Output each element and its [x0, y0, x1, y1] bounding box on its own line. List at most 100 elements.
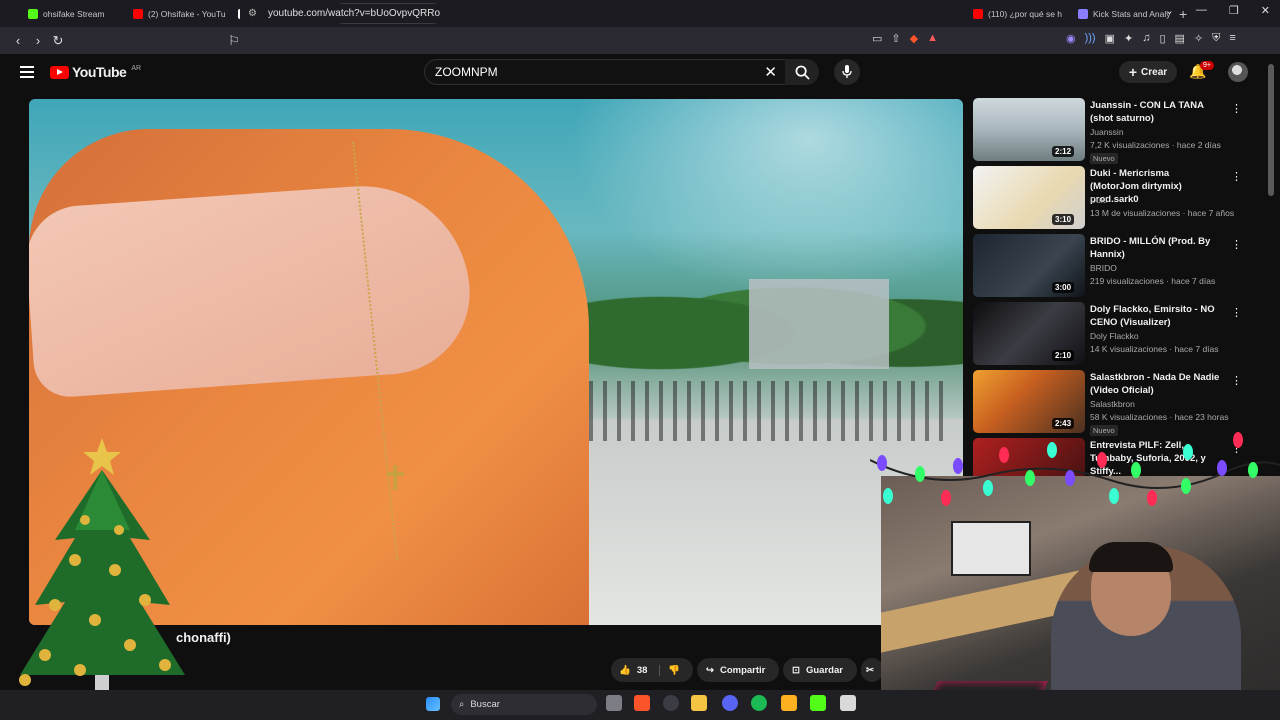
like-icon[interactable]: 👍 [619, 665, 631, 676]
video-meta: 58 K visualizaciones · hace 23 horas [1090, 412, 1229, 422]
forward-icon[interactable]: › [28, 33, 48, 48]
save-label: Guardar [805, 664, 843, 676]
webcam-streamer-hair [1089, 542, 1173, 572]
account-avatar[interactable] [1228, 62, 1248, 82]
video-duration: 3:10 [1052, 214, 1075, 225]
video-meta: 7,2 K visualizaciones · hace 2 días [1090, 140, 1221, 150]
discord-icon[interactable] [722, 695, 738, 711]
address-bar[interactable]: ⚙ youtube.com/watch?v=bUoOvpvQRRo [240, 4, 960, 23]
youtube-play-icon [50, 65, 69, 79]
more-options-icon[interactable]: ⋮ [1231, 170, 1242, 183]
recommended-video[interactable]: 2:10 Doly Flackko, Emirsito - NO CENO (Vi… [973, 302, 1253, 370]
cast-icon[interactable]: ▭ [872, 32, 882, 45]
search-icon [795, 65, 810, 80]
page-scrollbar[interactable] [1268, 64, 1274, 196]
video-meta: 13 M de visualizaciones · hace 7 años [1090, 208, 1235, 218]
brave-shield-icon[interactable]: ◆ [910, 32, 918, 45]
scissors-icon: ✂ [866, 664, 874, 676]
wallet-icon[interactable]: ▤ [1175, 32, 1185, 45]
vpn-icon[interactable]: ⛨ [1212, 32, 1220, 45]
more-options-icon[interactable]: ⋮ [1231, 102, 1242, 115]
more-options-icon[interactable]: ⋮ [1231, 306, 1242, 319]
taskbar-search-label: Buscar [470, 699, 500, 710]
browser-tab[interactable]: Kick Stats and Analy [1072, 3, 1174, 24]
clip-button[interactable]: ✂ [861, 658, 883, 682]
youtube-logo[interactable]: YouTube AR [50, 64, 141, 80]
wifi-icon[interactable]: ))) [1085, 32, 1096, 45]
taskbar-search-icon: ⌕ [459, 699, 465, 710]
address-bar-actions: ▭ ⇧ ◆ ▲ [872, 32, 938, 45]
video-cross-pendant: ✝ [381, 460, 410, 498]
browser-menu-icon[interactable]: ≡ [1229, 32, 1235, 45]
minimize-button[interactable]: — [1196, 4, 1207, 17]
dislike-icon[interactable]: 👎 [659, 664, 680, 676]
recommended-video-title[interactable]: Salastkbron - Nada De Nadie (Video Ofici… [1090, 371, 1220, 397]
video-duration: 2:12 [1052, 146, 1075, 157]
channel-name[interactable]: Doly Flackko [1090, 331, 1139, 341]
taskbar-search[interactable]: ⌕ Buscar [451, 694, 597, 715]
video-duration: 2:43 [1052, 418, 1075, 429]
rewards-icon[interactable]: ▲ [927, 32, 938, 45]
brave-browser-icon[interactable] [634, 695, 650, 711]
channel-name[interactable]: Duki [1090, 195, 1107, 205]
create-button[interactable]: + Crear [1119, 61, 1177, 83]
more-options-icon[interactable]: ⋮ [1231, 238, 1242, 251]
leo-icon[interactable]: ✧ [1194, 32, 1203, 45]
kick-icon[interactable] [810, 695, 826, 711]
bookmark-save-icon: ⊡ [792, 664, 800, 676]
task-view-icon[interactable] [606, 695, 622, 711]
share-arrow-icon: ↪ [706, 664, 714, 676]
reload-icon[interactable]: ↻ [48, 33, 68, 49]
tab-label: ohsifake Stream [43, 8, 105, 19]
search-input[interactable]: ZOOMNPM ✕ [424, 59, 786, 85]
media-icon[interactable]: ♫ [1142, 32, 1150, 45]
recommended-video[interactable]: 2:12 Juanssin - CON LA TANA (shot saturno… [973, 98, 1253, 166]
like-count[interactable]: 38 [637, 665, 648, 676]
more-options-icon[interactable]: ⋮ [1231, 374, 1242, 387]
tab-favicon-icon [28, 8, 38, 19]
browser-tab[interactable]: ohsifake Stream [22, 3, 124, 24]
microphone-icon [842, 65, 852, 78]
site-info-icon[interactable]: ⚙ [248, 8, 260, 19]
recommended-video-title[interactable]: Juanssin - CON LA TANA (shot saturno) [1090, 99, 1220, 125]
recommended-video[interactable]: 3:00 BRIDO - MILLÓN (Prod. By Hannix) BRID… [973, 234, 1253, 302]
puzzle-icon[interactable]: ✦ [1124, 32, 1133, 45]
browser-tab[interactable]: (110) ¿por qué se h [967, 3, 1069, 24]
recommended-video-title[interactable]: BRIDO - MILLÓN (Prod. By Hannix) [1090, 235, 1220, 261]
notepad-icon[interactable] [840, 695, 856, 711]
share-icon[interactable]: ⇧ [891, 32, 900, 45]
video-meta: 219 visualizaciones · hace 7 días [1090, 276, 1216, 286]
youtube-wordmark: YouTube [72, 64, 127, 80]
voice-search-button[interactable] [834, 59, 860, 85]
recommended-video-title[interactable]: Doly Flackko, Emirsito - NO CENO (Visual… [1090, 303, 1220, 329]
browser-tab[interactable]: (2) Ohsifake - YouTu [127, 3, 229, 24]
search-button[interactable] [785, 59, 819, 85]
extension-icon[interactable]: ◉ [1066, 32, 1076, 45]
start-button-icon[interactable] [426, 697, 440, 711]
clear-search-icon[interactable]: ✕ [764, 63, 777, 81]
channel-name[interactable]: Salastkbron [1090, 399, 1135, 409]
recommended-video[interactable]: 3:10 Duki - Mericrisma (MotorJom dirtymix… [973, 166, 1253, 234]
video-trees [529, 249, 963, 389]
hamburger-menu-icon[interactable] [20, 66, 34, 78]
recommended-video[interactable]: 2:43 Salastkbron - Nada De Nadie (Video O… [973, 370, 1253, 438]
file-explorer-icon[interactable] [691, 695, 707, 711]
webcam-overlay [881, 476, 1280, 720]
tab-search-icon[interactable]: ⌄ [1165, 4, 1174, 17]
close-window-button[interactable]: ✕ [1261, 4, 1270, 17]
obs-icon[interactable] [663, 695, 679, 711]
spotify-icon[interactable] [751, 695, 767, 711]
screenshot-icon[interactable]: ▣ [1105, 32, 1115, 45]
sidebar-icon[interactable]: ▯ [1159, 32, 1165, 45]
back-icon[interactable]: ‹ [8, 33, 28, 48]
maximize-button[interactable]: ❐ [1229, 4, 1239, 17]
tab-favicon-icon [1078, 8, 1088, 19]
share-button[interactable]: ↪ Compartir [697, 658, 779, 682]
recommended-video-title[interactable]: Duki - Mericrisma (MotorJom dirtymix) pr… [1090, 167, 1220, 206]
channel-name[interactable]: Juanssin [1090, 127, 1124, 137]
new-badge: Nuevo [1090, 153, 1118, 164]
save-button[interactable]: ⊡ Guardar [783, 658, 857, 682]
channel-name[interactable]: BRIDO [1090, 263, 1117, 273]
bookmark-icon[interactable]: ⚐ [224, 33, 244, 49]
app-icon[interactable] [781, 695, 797, 711]
